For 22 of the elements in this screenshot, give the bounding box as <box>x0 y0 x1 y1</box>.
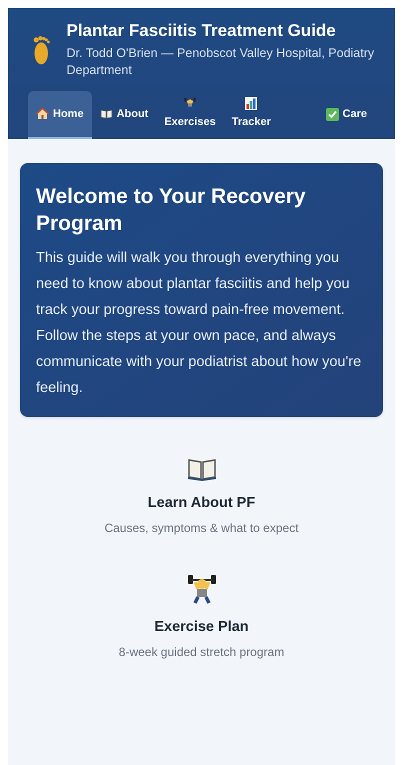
house-icon <box>36 108 49 120</box>
section-title: Learn About PF <box>148 494 256 513</box>
weightlifter-icon <box>186 572 216 605</box>
section-description: 8-week guided stretch program <box>118 644 284 660</box>
bar-chart-icon <box>245 97 258 110</box>
open-book-icon <box>186 457 216 481</box>
nav-tab[interactable]: Tracker <box>224 91 279 139</box>
section-title: Exercise Plan <box>154 618 249 637</box>
app-title: Plantar Fasciitis Treatment Guide <box>66 20 337 41</box>
weightlifter-icon <box>184 97 196 110</box>
open-book-icon <box>100 109 113 119</box>
section-link[interactable]: Exercise Plan 8-week guided stretch program <box>20 572 383 660</box>
app-subtitle: Dr. Todd O'Brien — Penobscot Valley Hospital, Podiatry Department <box>66 45 376 79</box>
nav-tab[interactable]: Exercises <box>156 91 224 139</box>
section-description: Causes, symptoms & what to expect <box>104 520 299 537</box>
welcome-text: This guide will walk you through everything you need to know about plantar fasciitis and help you track your progress toward pain-free movement. Follow the steps at your own pace, and always communicate with your podiatrist about how you're feeling. <box>36 249 362 398</box>
nav-tab[interactable]: Home <box>28 91 92 139</box>
nav-tab[interactable]: Care <box>318 91 375 139</box>
welcome-title: Welcome to Your Recovery Program <box>36 184 307 237</box>
check-icon <box>326 108 339 120</box>
nav-tab[interactable]: About <box>92 91 156 139</box>
section-link[interactable]: Learn About PF Causes, symptoms & what to expect <box>20 457 383 537</box>
